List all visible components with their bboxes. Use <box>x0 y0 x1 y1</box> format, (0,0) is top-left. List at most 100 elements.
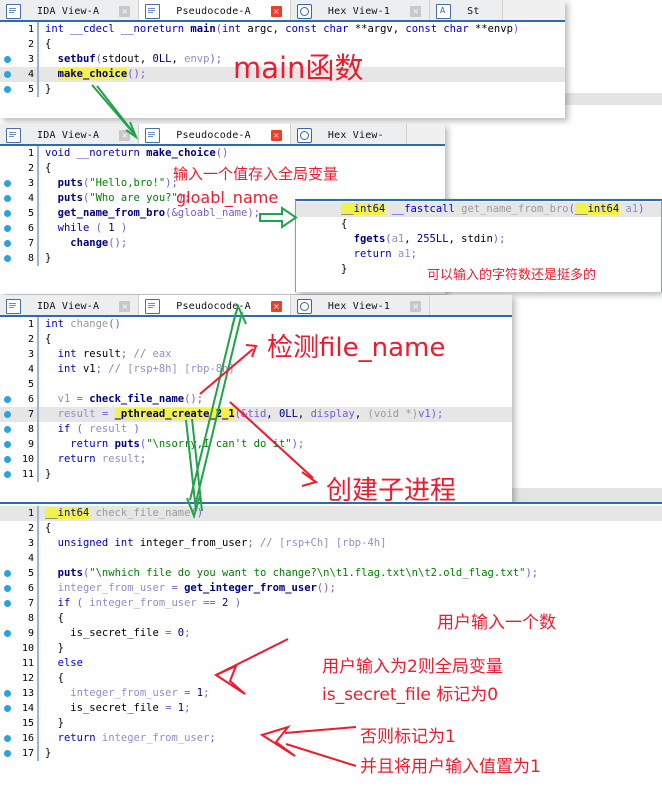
gutter-rule <box>37 392 39 407</box>
tab-pseudocode-a[interactable]: Pseudocode-A × <box>139 295 291 315</box>
code-line[interactable]: } <box>296 262 661 277</box>
code-line[interactable]: 2{ <box>0 161 445 176</box>
code-text: if ( result ) <box>43 422 512 437</box>
code-token: main <box>190 23 216 35</box>
code-line[interactable]: 17} <box>0 746 662 761</box>
code-line[interactable]: 9 return puts("\nsorry,I can't do it"); <box>0 437 512 452</box>
code-line[interactable]: 10 return result; <box>0 452 512 467</box>
line-number: 1 <box>27 24 34 35</box>
hex-circle-icon <box>296 127 312 143</box>
code-token: // <box>259 537 279 549</box>
code-line[interactable]: 2{ <box>0 521 662 536</box>
code-token: { <box>45 612 64 624</box>
code-line[interactable]: 13 integer_from_user = 1; <box>0 686 662 701</box>
code-text: return result; <box>43 452 512 467</box>
code-area-change[interactable]: 1 int change() 2{3 int result; // eax 4 int… <box>0 317 512 502</box>
line-number: 6 <box>27 394 34 405</box>
code-line[interactable]: 5 puts("\nwhich file do you want to chan… <box>0 566 662 581</box>
code-text: int v1; // [rsp+8h] [rbp-8h] <box>43 362 512 377</box>
code-area-check-file-name[interactable]: 1 __int64 check_file_name() 2{3 unsigned i… <box>0 504 662 811</box>
code-token: display <box>310 408 355 420</box>
code-token: ); <box>209 53 223 65</box>
code-line[interactable]: 3 puts("Hello,bro!"); <box>0 176 445 191</box>
code-token: ) <box>127 423 140 435</box>
tab-pseudocode-a[interactable]: Pseudocode-A × <box>139 0 291 20</box>
code-token: a1 <box>391 233 405 245</box>
tab-pseudocode-a[interactable]: Pseudocode-A × <box>139 124 291 144</box>
code-line[interactable]: 3 int result; // eax <box>0 347 512 362</box>
tab-structures[interactable]: St <box>430 0 503 20</box>
gutter-rule <box>37 176 39 191</box>
code-text: __int64 __fastcall get_name_from_bro(__i… <box>339 202 661 217</box>
code-line[interactable]: 1 int change() <box>0 317 512 332</box>
code-line[interactable]: 9 is_secret_file = 0; <box>0 626 662 641</box>
tab-hex-view-1[interactable]: Hex View- <box>290 124 407 144</box>
tab-close-icon[interactable]: × <box>270 5 282 17</box>
code-line[interactable]: 15 } <box>0 716 662 731</box>
tab-close-icon[interactable]: × <box>119 5 131 17</box>
code-line[interactable]: 16 return integer_from_user; <box>0 731 662 746</box>
tab-label: St <box>467 5 480 17</box>
code-line[interactable]: 8 { <box>0 611 662 626</box>
code-line[interactable]: 6 integer_from_user = get_integer_from_u… <box>0 581 662 596</box>
tab-hex-view-1[interactable]: Hex View-1 × <box>290 0 431 20</box>
code-line[interactable]: 4 <box>0 551 662 566</box>
code-line[interactable]: 10 } <box>0 641 662 656</box>
code-line[interactable]: 11 else <box>0 656 662 671</box>
code-token: , <box>139 53 153 65</box>
code-line[interactable]: 2{ <box>0 332 512 347</box>
code-token: ; <box>410 248 417 260</box>
line-number: 10 <box>21 643 34 654</box>
gutter-rule <box>37 377 39 392</box>
code-token: const char <box>285 23 355 35</box>
code-line[interactable]: __int64 __fastcall get_name_from_bro(__i… <box>296 202 661 217</box>
code-token: unsigned int <box>57 537 140 549</box>
code-token: int <box>222 23 248 35</box>
code-token: ) <box>228 597 242 609</box>
code-line[interactable]: 7 result = _pthread_create_2_1(&tid, 0LL… <box>0 407 512 422</box>
tab-close-icon[interactable]: × <box>410 300 422 312</box>
gutter-rule <box>37 67 39 82</box>
code-text: { <box>339 217 661 232</box>
code-line[interactable]: 4 make_choice(); <box>0 67 565 82</box>
code-line[interactable]: { <box>296 217 661 232</box>
code-line[interactable]: 6 v1 = check_file_name(); <box>0 392 512 407</box>
code-line[interactable]: 12 { <box>0 671 662 686</box>
tab-close-icon[interactable]: × <box>119 129 131 141</box>
code-token: ; <box>184 702 191 714</box>
code-line[interactable]: 3 unsigned int integer_from_user; // [rs… <box>0 536 662 551</box>
code-area-main[interactable]: 1 int __cdecl __noreturn main(int argc, c… <box>0 22 565 118</box>
code-line[interactable]: 7 if ( integer_from_user == 2 ) <box>0 596 662 611</box>
code-line[interactable]: 2{ <box>0 37 565 52</box>
code-line[interactable]: return a1; <box>296 247 661 262</box>
line-number: 11 <box>21 469 34 480</box>
code-line[interactable]: 1 __int64 check_file_name() <box>0 506 662 521</box>
tab-ida-view-a[interactable]: IDA View-A × <box>0 124 140 144</box>
code-text: is_secret_file = 1; <box>43 701 662 716</box>
tab-close-icon[interactable]: × <box>270 300 282 312</box>
code-line[interactable]: 14 is_secret_file = 1; <box>0 701 662 716</box>
tab-ida-view-a[interactable]: IDA View-A × <box>0 0 140 20</box>
tab-close-icon[interactable]: × <box>270 129 282 141</box>
line-number: 4 <box>27 193 34 204</box>
gutter-rule <box>37 626 39 641</box>
code-line[interactable]: fgets(a1, 255LL, stdin); <box>296 232 661 247</box>
code-line[interactable]: 5 <box>0 377 512 392</box>
tab-close-icon[interactable]: × <box>410 5 422 17</box>
code-line[interactable]: 3 setbuf(stdout, 0LL, envp); <box>0 52 565 67</box>
tab-ida-view-a[interactable]: IDA View-A × <box>0 295 140 315</box>
code-line[interactable]: 5} <box>0 82 565 97</box>
code-line[interactable]: 8 if ( result ) <box>0 422 512 437</box>
code-line[interactable]: 1 int __cdecl __noreturn main(int argc, c… <box>0 22 565 37</box>
code-area-get-name-from-bro[interactable]: __int64 __fastcall get_name_from_bro(__i… <box>296 201 661 292</box>
code-line[interactable]: 11} <box>0 467 512 482</box>
tab-hex-view-1[interactable]: Hex View-1 × <box>290 295 431 315</box>
code-line[interactable]: 4 int v1; // [rsp+8h] [rbp-8h] <box>0 362 512 377</box>
tab-close-icon[interactable]: × <box>119 300 131 312</box>
code-token: 0LL <box>152 53 172 65</box>
code-token: , <box>171 53 185 65</box>
code-line[interactable]: 1 void __noreturn make_choice() <box>0 146 445 161</box>
code-token: return <box>353 248 398 260</box>
code-token: ; <box>203 687 210 699</box>
